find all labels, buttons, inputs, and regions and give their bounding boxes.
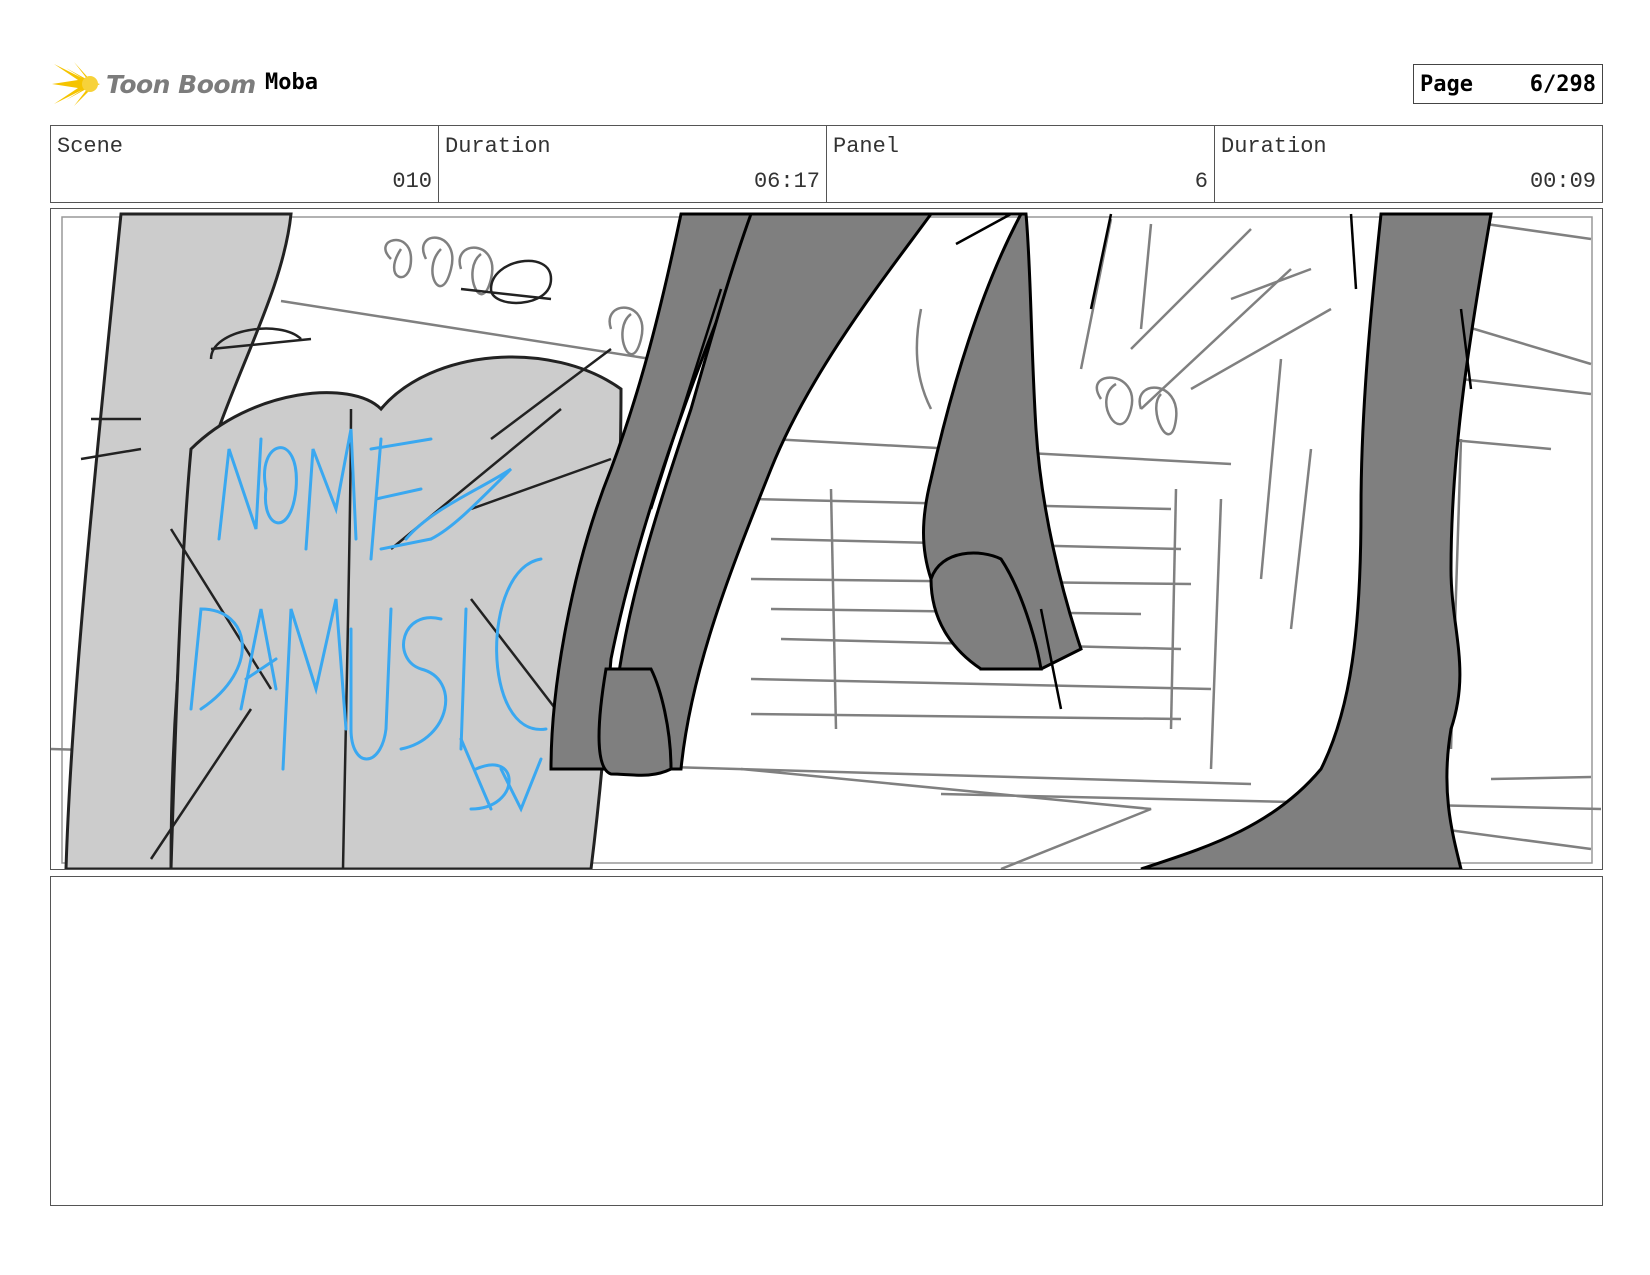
panel-info-table: Scene 010 Duration 06:17 Panel 6 Duratio… <box>50 125 1603 203</box>
brand-name: Toon Boom <box>106 69 256 99</box>
scene-duration-value: 06:17 <box>753 169 820 194</box>
panel-notes-area <box>50 876 1603 1206</box>
page-indicator: Page 6/298 <box>1413 64 1603 104</box>
page-label: Page <box>1420 71 1473 97</box>
panel-number: 6 <box>1194 169 1208 194</box>
panel-duration-value: 00:09 <box>1529 169 1596 194</box>
toon-boom-logo: Toon Boom <box>52 58 256 110</box>
panel-sketch <box>51 212 1602 869</box>
project-title: Moba <box>265 70 318 95</box>
scene-duration-label: Duration <box>445 134 551 159</box>
panel-cell: Panel 6 <box>827 126 1215 202</box>
scene-cell: Scene 010 <box>51 126 439 202</box>
starburst-icon <box>52 62 100 106</box>
panel-label: Panel <box>833 134 900 159</box>
scene-duration-cell: Duration 06:17 <box>439 126 827 202</box>
scene-label: Scene <box>57 134 124 159</box>
panel-duration-cell: Duration 00:09 <box>1215 126 1602 202</box>
graffiti-wall <box>169 355 623 869</box>
panel-duration-label: Duration <box>1221 134 1327 159</box>
leg-right <box>1140 212 1493 869</box>
storyboard-panel <box>50 208 1603 870</box>
page-number: 6/298 <box>1529 71 1596 97</box>
scene-number: 010 <box>392 169 432 194</box>
